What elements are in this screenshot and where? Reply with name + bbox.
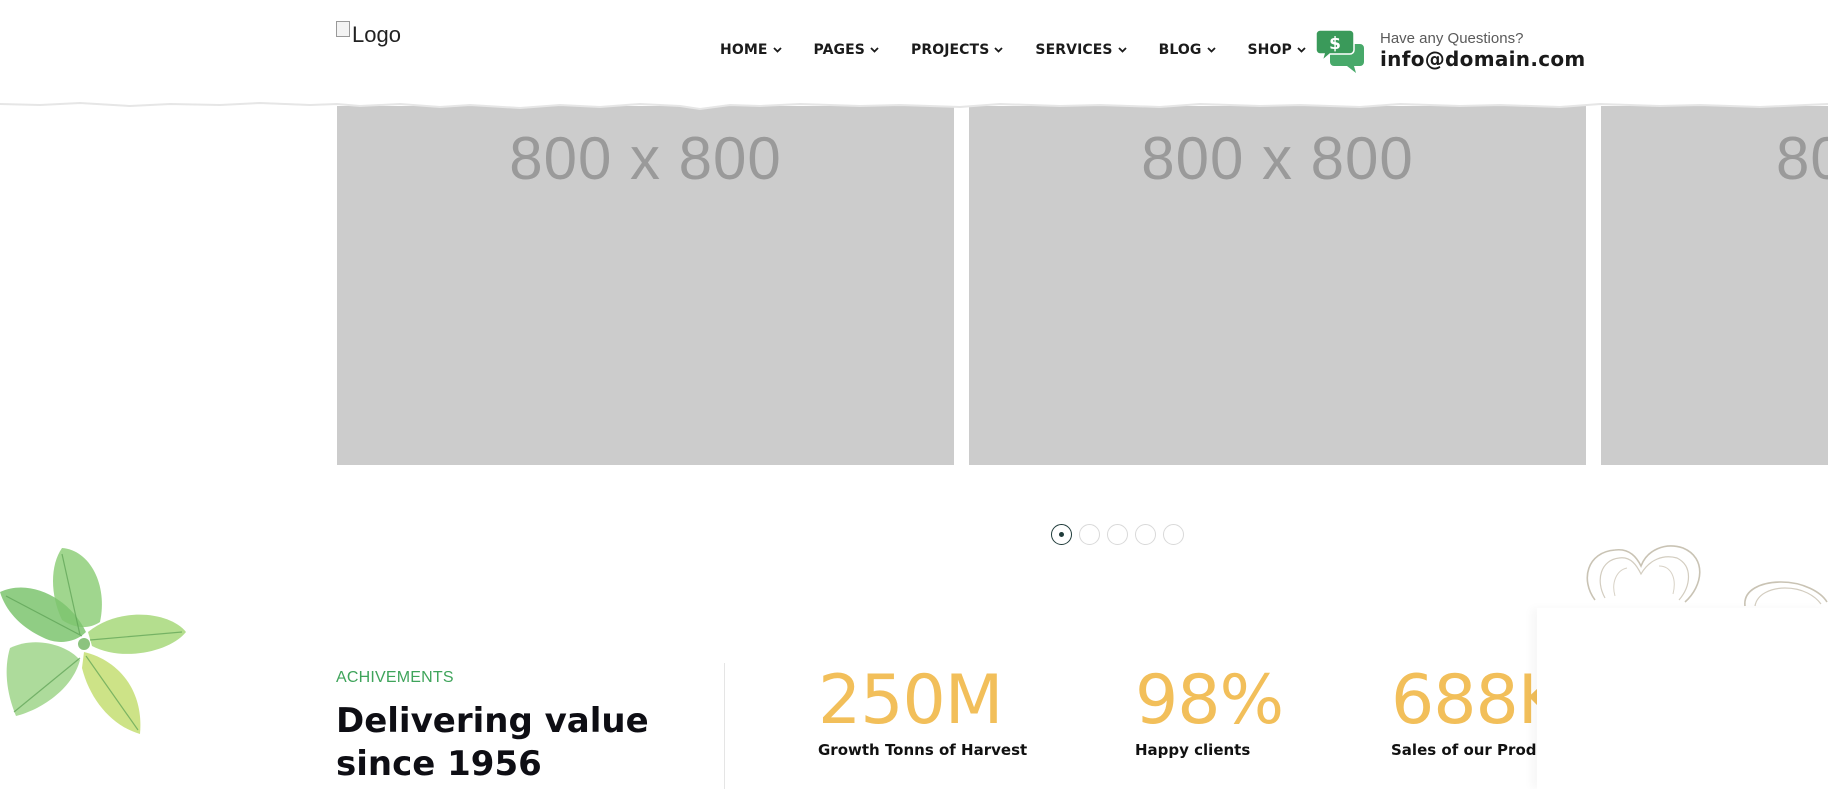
nav-label: PAGES [813,42,865,58]
contact-email-link[interactable]: info@domain.com [1380,47,1586,71]
nav-item-services[interactable]: SERVICES [1035,42,1127,58]
site-logo[interactable]: Logo [336,21,401,48]
chevron-down-icon [870,47,879,53]
overlay-panel [1537,608,1828,789]
nav-label: PROJECTS [910,42,990,58]
nav-label: HOME [720,42,768,58]
stats-row: 250M Growth Tonns of Harvest 98% Happy c… [0,0,1537,789]
site-header: Logo HOME PAGES PROJECTS SERVICES BLOG S… [0,0,1828,106]
svg-text:$: $ [1329,34,1341,54]
stat-caption: Sales of our Products [1391,741,1537,759]
nav-item-shop[interactable]: SHOP [1248,42,1306,58]
chevron-down-icon [1297,47,1306,53]
chevron-down-icon [1206,47,1216,53]
logo-alt-text: Logo [352,22,401,47]
chat-dollar-icon: $ [1316,29,1364,73]
stat-item: 250M Growth Tonns of Harvest [818,661,1028,760]
contact-text: Have any Questions? info@domain.com [1380,28,1586,71]
sketch-heart-decoration [1586,545,1828,607]
nav-label: SHOP [1247,42,1292,58]
chevron-down-icon [1117,47,1127,53]
nav-item-home[interactable]: HOME [720,42,782,58]
nav-item-projects[interactable]: PROJECTS [910,42,1004,58]
nav-item-pages[interactable]: PAGES [814,42,879,58]
stat-item: 688K Sales of our Products [1391,661,1537,760]
chevron-down-icon [772,47,782,53]
nav-label: BLOG [1158,42,1202,58]
main-nav: HOME PAGES PROJECTS SERVICES BLOG SHOP [720,42,1338,58]
header-contact: $ Have any Questions? info@domain.com [1316,28,1586,74]
slide-placeholder[interactable]: 80 [1601,100,1828,465]
slide-label: 80 [1776,125,1828,192]
broken-image-icon [336,21,350,37]
stat-value: 98% [1135,661,1284,740]
torn-paper-edge [0,96,1828,111]
stat-caption: Growth Tonns of Harvest [818,741,1028,759]
stat-caption: Happy clients [1135,741,1251,759]
contact-question: Have any Questions? [1380,30,1524,47]
stat-value: 250M [818,661,1003,740]
stat-item: 98% Happy clients [1135,661,1284,760]
nav-item-blog[interactable]: BLOG [1159,42,1216,58]
nav-label: SERVICES [1035,42,1113,58]
chevron-down-icon [994,47,1004,53]
stat-value: 688K [1391,661,1537,740]
